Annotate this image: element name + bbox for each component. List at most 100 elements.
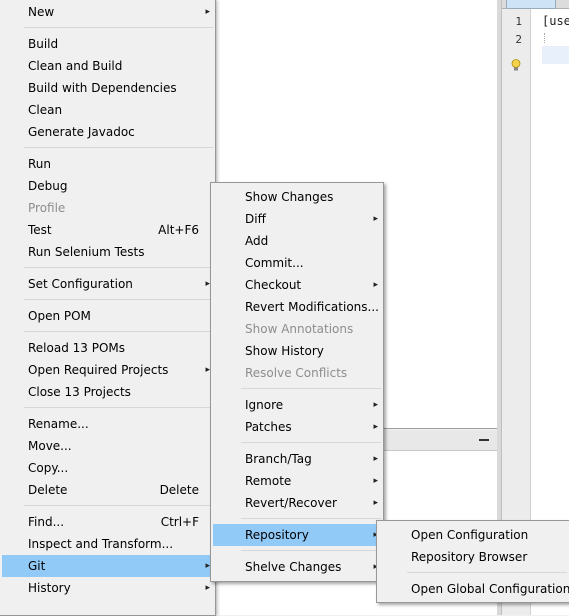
menu-item-label: Repository [245,528,309,542]
menu-item-label: Set Configuration [28,277,133,291]
menu-item-label: Move... [28,439,72,453]
menu-item-label: Clean and Build [28,59,123,73]
menu-item-label: Build with Dependencies [28,81,177,95]
git-submenu: Show Changes Diff ▸ Add Commit... Checkout ▸ Re… [210,182,384,582]
menu-item-open-pom[interactable]: Open POM [2,305,213,327]
project-context-menu: New ▸ Build Clean and Build Build with Depen… [0,0,216,616]
menu-item-label: Open Configuration [411,528,529,542]
menu-item-debug[interactable]: Debug [2,175,213,197]
menu-item-label: Clean [28,103,63,117]
menu-item-run[interactable]: Run [2,153,213,175]
indent-guide [544,33,545,43]
menu-item-reload-poms[interactable]: Reload 13 POMs [2,337,213,359]
menu-item-clean[interactable]: Clean [2,99,213,121]
menu-item-revert-recover[interactable]: Revert/Recover ▸ [213,492,381,514]
menu-item-open-configuration[interactable]: Open Configuration [379,524,567,546]
menu-separator [24,505,213,506]
line-number: 1 [515,15,522,28]
editor-tab-source[interactable] [506,0,556,9]
menu-item-show-annotations: Show Annotations [213,318,381,340]
lightbulb-icon[interactable] [511,59,521,71]
menu-item-shelve-changes[interactable]: Shelve Changes▸ [213,556,381,578]
menu-item-label: Copy... [28,461,69,475]
menu-separator [407,572,567,573]
menu-item-ignore[interactable]: Ignore ▸ [213,394,381,416]
menu-item-repository[interactable]: Repository▸ [213,524,381,546]
menu-item-label: Show Changes [245,190,334,204]
menu-item-label: Inspect and Transform... [28,537,174,551]
menu-item-label: Patches [245,420,292,434]
shortcut-label: Delete [159,483,199,497]
menu-item-label: Delete [28,483,68,497]
menu-item-rename[interactable]: Rename... [2,413,213,435]
menu-item-label: Branch/Tag [245,452,312,466]
menu-item-label: Git [28,559,46,573]
menu-separator [24,331,213,332]
menu-item-label: Rename... [28,417,89,431]
menu-item-label: Commit... [245,256,304,270]
menu-item-label: Build [28,37,59,51]
menu-item-delete[interactable]: Delete Delete [2,479,213,501]
shortcut-label: Ctrl+F [160,515,199,529]
menu-item-label: Revert Modifications... [245,300,379,314]
menu-item-label: Open Global Configuration [411,582,569,596]
repository-submenu: Open Configuration Repository Browser Open… [376,520,569,603]
menu-item-add[interactable]: Add [213,230,381,252]
menu-separator [24,27,213,28]
menu-item-label: Show Annotations [245,322,354,336]
menu-item-label: Remote [245,474,292,488]
menu-item-open-global-configuration[interactable]: Open Global Configuration [379,578,569,600]
menu-item-git[interactable]: Git ▸ [2,555,213,577]
menu-item-clean-and-build[interactable]: Clean and Build [2,55,213,77]
menu-item-label: Reload 13 POMs [28,341,126,355]
menu-item-branch-tag[interactable]: Branch/Tag ▸ [213,448,381,470]
menu-item-label: Profile [28,201,66,215]
menu-item-show-history[interactable]: Show History [213,340,381,362]
menu-item-revert-modifications[interactable]: Revert Modifications... [213,296,381,318]
menu-item-label: Show History [245,344,324,358]
menu-separator [241,388,381,389]
menu-item-label: Generate Javadoc [28,125,135,139]
menu-item-open-required-projects[interactable]: Open Required Projects ▸ [2,359,213,381]
menu-item-profile: Profile [2,197,213,219]
menu-item-repository-browser[interactable]: Repository Browser [379,546,567,568]
menu-item-set-configuration[interactable]: Set Configuration ▸ [2,273,213,295]
menu-item-label: Revert/Recover [245,496,337,510]
menu-item-label: Run Selenium Tests [28,245,145,259]
editor-tabs [502,0,569,9]
menu-separator [241,550,381,551]
menu-item-resolve-conflicts: Resolve Conflicts [213,362,381,384]
menu-item-inspect-and-transform[interactable]: Inspect and Transform... [2,533,213,555]
menu-item-commit[interactable]: Commit... [213,252,381,274]
menu-item-move[interactable]: Move... [2,435,213,457]
menu-item-generate-javadoc[interactable]: Generate Javadoc [2,121,213,143]
menu-item-label: Open Required Projects [28,363,169,377]
menu-item-checkout[interactable]: Checkout ▸ [213,274,381,296]
menu-item-label: Repository Browser [411,550,528,564]
menu-item-show-changes[interactable]: Show Changes [213,186,381,208]
minimize-icon[interactable] [479,439,489,441]
menu-item-find[interactable]: Find... Ctrl+F [2,511,213,533]
menu-item-test[interactable]: Test Alt+F6 [2,219,213,241]
menu-item-copy[interactable]: Copy... [2,457,213,479]
menu-item-remote[interactable]: Remote ▸ [213,470,381,492]
menu-item-close-projects[interactable]: Close 13 Projects [2,381,213,403]
menu-item-build[interactable]: Build [2,33,213,55]
menu-item-label: Debug [28,179,68,193]
chevron-right-icon: ▸ [205,7,210,17]
chevron-right-icon: ▸ [373,400,378,410]
chevron-right-icon: ▸ [373,214,378,224]
menu-item-label: History [28,581,71,595]
menu-item-label: Run [28,157,52,171]
menu-item-new[interactable]: New ▸ [2,1,213,23]
chevron-right-icon: ▸ [373,454,378,464]
menu-item-build-with-dependencies[interactable]: Build with Dependencies [2,77,213,99]
menu-item-history[interactable]: History ▸ [2,577,213,599]
line-number: 2 [515,33,522,46]
menu-item-label: Checkout [245,278,302,292]
menu-item-run-selenium-tests[interactable]: Run Selenium Tests [2,241,213,263]
menu-item-patches[interactable]: Patches ▸ [213,416,381,438]
chevron-right-icon: ▸ [373,422,378,432]
menu-separator [24,407,213,408]
menu-item-diff[interactable]: Diff ▸ [213,208,381,230]
